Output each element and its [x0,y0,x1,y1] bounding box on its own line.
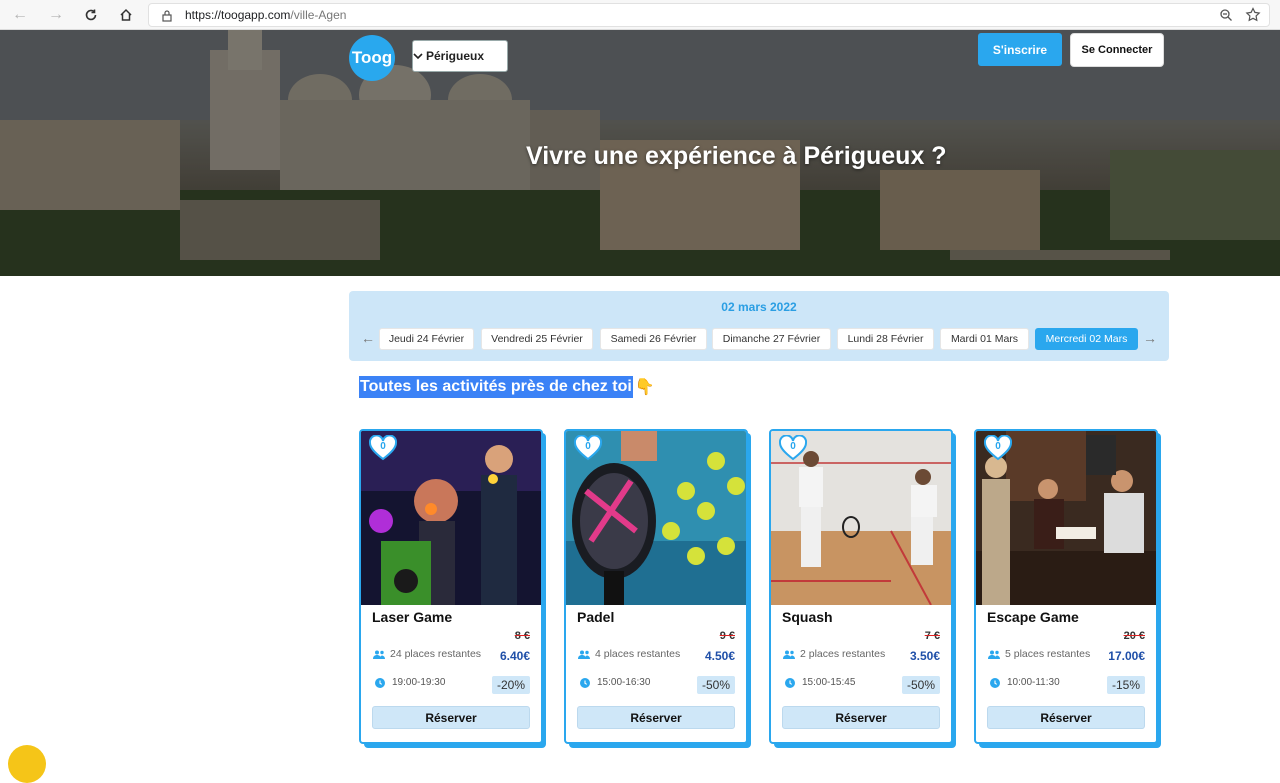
home-icon[interactable] [116,5,136,25]
signup-button[interactable]: S'inscrire [978,33,1062,66]
activity-name: Escape Game [987,609,1079,625]
section-heading: Toutes les activités près de chez toi 👇 [359,376,655,398]
discounted-price: 3.50€ [909,649,940,663]
day-button[interactable]: Mardi 01 Mars [940,328,1029,350]
next-arrow-icon[interactable]: → [1143,330,1157,346]
url-text: https://toogapp.com/ville-Agen [185,8,347,22]
reserve-button[interactable]: Réserver [782,706,940,729]
day-button[interactable]: Dimanche 27 Février [712,328,831,350]
activity-card[interactable]: 0 Laser Game 8 € 24 places restantes 6.4… [359,429,543,744]
like-count: 0 [995,441,1001,452]
old-price: 7 € [924,630,940,642]
activity-card[interactable]: 0 Squash 7 € 2 places restantes 3.50€ 15… [769,429,953,744]
section-title: Toutes les activités près de chez toi [359,376,633,398]
pointing-hand-icon: 👇 [634,379,655,396]
time-slot: 15:00-16:30 [580,677,650,688]
current-date: 02 mars 2022 [721,300,797,314]
day-button[interactable]: Samedi 26 Février [600,328,707,350]
date-selector: 02 mars 2022 ← Jeudi 24 Février Vendredi… [349,291,1169,361]
day-button[interactable]: Vendredi 25 Février [481,328,593,350]
discount-badge: -20% [491,676,530,694]
time-text: 15:00-15:45 [802,677,856,688]
forward-arrow-icon[interactable]: → [46,5,66,25]
day-button[interactable]: Jeudi 24 Février [379,328,474,350]
activity-name: Squash [782,609,833,625]
hero-title: Vivre une expérience à Périgueux ? [526,142,947,170]
reserve-button[interactable]: Réserver [987,706,1145,729]
address-bar[interactable]: https://toogapp.com/ville-Agen [148,3,1270,27]
places-text: 5 places restantes [1005,648,1091,660]
places-text: 24 places restantes [390,648,482,660]
activity-card[interactable]: 0 Padel 9 € 4 places restantes 4.50€ 15:… [564,429,748,744]
old-price: 9 € [719,630,735,642]
clock-icon [580,677,590,688]
reload-icon[interactable] [81,5,101,25]
day-button-active[interactable]: Mercredi 02 Mars [1035,328,1138,350]
toog-logo[interactable]: Toog [349,35,395,81]
places-text: 4 places restantes [595,648,681,660]
discounted-price: 6.40€ [499,649,530,663]
time-slot: 10:00-11:30 [990,677,1060,688]
places-text: 2 places restantes [800,648,886,660]
time-text: 19:00-19:30 [392,677,446,688]
users-icon [783,650,795,659]
lock-icon [162,10,172,22]
users-icon [373,650,385,659]
time-slot: 15:00-15:45 [785,677,855,688]
users-icon [578,650,590,659]
chevron-down-icon [413,53,423,60]
old-price: 8 € [514,630,530,642]
reserve-button[interactable]: Réserver [372,706,530,729]
time-text: 15:00-16:30 [597,677,651,688]
day-button[interactable]: Lundi 28 Février [837,328,934,350]
checkmark-badge-icon[interactable] [8,745,46,783]
discounted-price: 17.00€ [1108,649,1145,663]
like-count: 0 [585,441,591,452]
users-icon [988,650,1000,659]
activity-name: Padel [577,609,615,625]
city-select[interactable]: Périgueux [412,40,508,72]
activity-name: Laser Game [372,609,453,625]
clock-icon [375,677,385,688]
browser-toolbar: ← → https://toogapp.com/ville-Agen [0,0,1280,30]
places-remaining: 2 places restantes [783,648,885,660]
places-remaining: 5 places restantes [988,648,1090,660]
places-remaining: 4 places restantes [578,648,680,660]
previous-arrow-icon[interactable]: ← [361,330,375,346]
discount-badge: -50% [901,676,940,694]
favorites-icon[interactable] [1245,7,1261,23]
clock-icon [990,677,1000,688]
hero-banner: Toog Périgueux S'inscrire Se Connecter V… [0,30,1280,276]
city-select-value: Périgueux [426,49,485,63]
time-text: 10:00-11:30 [1007,677,1060,688]
old-price: 20 € [1123,630,1145,642]
zoom-icon[interactable] [1219,8,1233,22]
discount-badge: -15% [1106,676,1145,694]
time-slot: 19:00-19:30 [375,677,445,688]
reserve-button[interactable]: Réserver [577,706,735,729]
back-arrow-icon[interactable]: ← [10,5,30,25]
clock-icon [785,677,795,688]
login-button[interactable]: Se Connecter [1070,33,1164,67]
like-count: 0 [790,441,796,452]
discounted-price: 4.50€ [704,649,735,663]
activity-card[interactable]: 0 Escape Game 20 € 5 places restantes 17… [974,429,1158,744]
discount-badge: -50% [696,676,735,694]
like-count: 0 [380,441,386,452]
places-remaining: 24 places restantes [373,648,481,660]
